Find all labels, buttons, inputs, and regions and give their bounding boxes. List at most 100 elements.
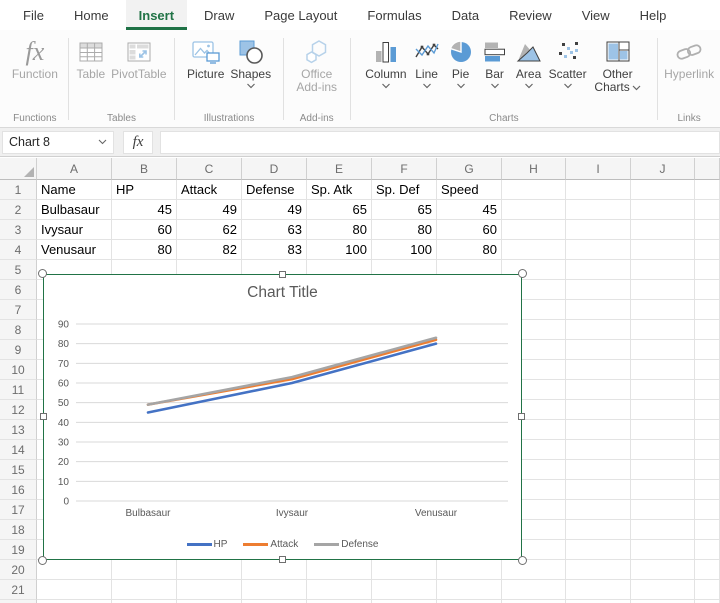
cell-A4[interactable]: Venusaur [37,240,112,260]
office-addins-button[interactable]: Office Add-ins [289,35,345,95]
cell-B21[interactable] [112,580,177,600]
cell-E2[interactable]: 65 [307,200,372,220]
row-header-16[interactable]: 16 [0,480,37,500]
cell-partial17[interactable] [695,500,720,520]
cell-A3[interactable]: Ivysaur [37,220,112,240]
column-header-E[interactable]: E [307,158,372,180]
column-header-partial[interactable] [695,158,720,180]
cell-A20[interactable] [37,560,112,580]
cell-C2[interactable]: 49 [177,200,242,220]
cell-J6[interactable] [631,280,695,300]
cell-J4[interactable] [631,240,695,260]
cell-I12[interactable] [566,400,631,420]
tab-draw[interactable]: Draw [191,0,247,30]
cell-J20[interactable] [631,560,695,580]
cell-partial7[interactable] [695,300,720,320]
cell-partial2[interactable] [695,200,720,220]
cell-I20[interactable] [566,560,631,580]
chart-resize-handle-bottom-left[interactable] [38,556,47,565]
cell-C21[interactable] [177,580,242,600]
cell-I17[interactable] [566,500,631,520]
column-header-A[interactable]: A [37,158,112,180]
tab-formulas[interactable]: Formulas [354,0,434,30]
cell-J5[interactable] [631,260,695,280]
cell-J9[interactable] [631,340,695,360]
cell-partial11[interactable] [695,380,720,400]
cell-J17[interactable] [631,500,695,520]
row-header-14[interactable]: 14 [0,440,37,460]
chart-resize-handle-top-center[interactable] [279,271,286,278]
cell-B1[interactable]: HP [112,180,177,200]
row-header-13[interactable]: 13 [0,420,37,440]
chart-resize-handle-top-left[interactable] [38,269,47,278]
cell-J11[interactable] [631,380,695,400]
cell-E4[interactable]: 100 [307,240,372,260]
cell-F4[interactable]: 100 [372,240,437,260]
tab-help[interactable]: Help [627,0,680,30]
name-box-dropdown-icon[interactable] [98,139,107,145]
legend-item-Attack[interactable]: Attack [243,539,298,550]
row-header-8[interactable]: 8 [0,320,37,340]
tab-view[interactable]: View [569,0,623,30]
cell-I16[interactable] [566,480,631,500]
cell-I8[interactable] [566,320,631,340]
row-header-7[interactable]: 7 [0,300,37,320]
embedded-chart[interactable]: Chart Title 0102030405060708090Bulbasaur… [43,274,522,560]
cell-I11[interactable] [566,380,631,400]
column-header-D[interactable]: D [242,158,307,180]
tab-home[interactable]: Home [61,0,122,30]
legend-item-Defense[interactable]: Defense [314,539,378,550]
hyperlink-button[interactable]: Hyperlink [662,35,716,82]
cell-F1[interactable]: Sp. Def [372,180,437,200]
cell-partial8[interactable] [695,320,720,340]
chart-legend[interactable]: HPAttackDefense [44,539,521,550]
chart-resize-handle-bottom-center[interactable] [279,556,286,563]
cell-E3[interactable]: 80 [307,220,372,240]
row-header-21[interactable]: 21 [0,580,37,600]
cell-D1[interactable]: Defense [242,180,307,200]
bar-chart-button[interactable]: Bar [479,35,511,90]
pivottable-button[interactable]: PivotTable [109,35,168,82]
cell-I10[interactable] [566,360,631,380]
cell-J18[interactable] [631,520,695,540]
cell-B4[interactable]: 80 [112,240,177,260]
row-header-20[interactable]: 20 [0,560,37,580]
cell-F21[interactable] [372,580,437,600]
cell-J2[interactable] [631,200,695,220]
row-header-3[interactable]: 3 [0,220,37,240]
cell-B2[interactable]: 45 [112,200,177,220]
cell-F2[interactable]: 65 [372,200,437,220]
select-all-button[interactable] [0,158,37,180]
chart-resize-handle-top-right[interactable] [518,269,527,278]
column-header-C[interactable]: C [177,158,242,180]
cell-C20[interactable] [177,560,242,580]
cell-J21[interactable] [631,580,695,600]
cell-I2[interactable] [566,200,631,220]
formula-bar-input[interactable] [160,131,720,154]
cell-G21[interactable] [437,580,502,600]
row-header-19[interactable]: 19 [0,540,37,560]
cell-E20[interactable] [307,560,372,580]
cell-J1[interactable] [631,180,695,200]
cell-partial20[interactable] [695,560,720,580]
row-header-4[interactable]: 4 [0,240,37,260]
cell-partial13[interactable] [695,420,720,440]
cell-partial1[interactable] [695,180,720,200]
cell-J19[interactable] [631,540,695,560]
tab-file[interactable]: File [10,0,57,30]
cell-partial4[interactable] [695,240,720,260]
cell-I14[interactable] [566,440,631,460]
cell-partial16[interactable] [695,480,720,500]
row-header-12[interactable]: 12 [0,400,37,420]
cell-F3[interactable]: 80 [372,220,437,240]
cell-I19[interactable] [566,540,631,560]
cell-I13[interactable] [566,420,631,440]
area-chart-button[interactable]: Area [513,35,545,90]
table-button[interactable]: Table [74,35,107,82]
cell-J15[interactable] [631,460,695,480]
cell-D20[interactable] [242,560,307,580]
other-charts-button[interactable]: Other Charts [591,35,645,95]
cell-J7[interactable] [631,300,695,320]
function-button[interactable]: fx Function [10,35,60,82]
cell-H1[interactable] [502,180,566,200]
